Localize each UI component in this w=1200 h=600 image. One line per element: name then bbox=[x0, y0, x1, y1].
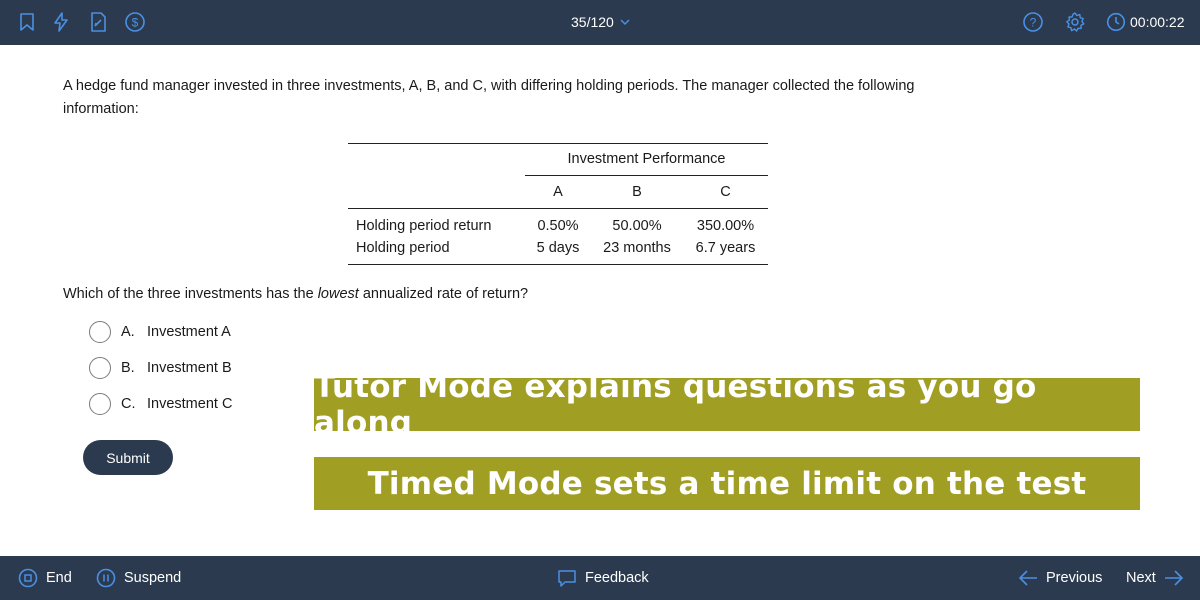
table-cell: 5 days bbox=[536, 240, 580, 256]
table-row: Holding period 5 days 23 months 6.7 year… bbox=[348, 237, 768, 259]
timer-text: 00:00:22 bbox=[1130, 14, 1185, 30]
prompt-text: Which of the three investments has the bbox=[63, 286, 318, 302]
pause-icon bbox=[96, 568, 116, 588]
table-cell: 350.00% bbox=[696, 218, 755, 234]
question-stem: A hedge fund manager invested in three i… bbox=[63, 78, 915, 117]
top-toolbar: $ 35/120 ? 00:00:22 bbox=[0, 0, 1200, 45]
question-counter[interactable]: 35/120 bbox=[571, 14, 630, 30]
table-bottom-rule bbox=[348, 264, 768, 265]
table-cell: 6.7 years bbox=[695, 240, 756, 256]
bookmark-icon[interactable] bbox=[16, 11, 38, 33]
end-label: End bbox=[46, 570, 72, 586]
radio-button[interactable] bbox=[89, 321, 111, 343]
next-label: Next bbox=[1126, 570, 1156, 586]
timed-mode-banner: Timed Mode sets a time limit on the test bbox=[314, 457, 1140, 510]
svg-text:$: $ bbox=[132, 16, 139, 30]
previous-label: Previous bbox=[1046, 570, 1103, 586]
next-button[interactable]: Next bbox=[1126, 567, 1184, 589]
prompt-emphasis: lowest bbox=[317, 286, 359, 302]
option-letter: A. bbox=[121, 324, 135, 340]
suspend-button[interactable]: Suspend bbox=[96, 567, 181, 589]
table-cell: 0.50% bbox=[537, 218, 579, 234]
option-text: Investment B bbox=[147, 360, 232, 376]
table-header-cell: A bbox=[553, 184, 563, 200]
arrow-left-icon bbox=[1018, 570, 1037, 586]
option-text: Investment C bbox=[147, 396, 233, 412]
table-cell: 50.00% bbox=[612, 218, 662, 234]
arrow-right-icon bbox=[1164, 570, 1183, 586]
table-row-label: Holding period return bbox=[356, 218, 492, 234]
feedback-label: Feedback bbox=[585, 570, 649, 586]
help-icon[interactable]: ? bbox=[1022, 11, 1044, 33]
table-row-label: Holding period bbox=[356, 240, 450, 256]
option-letter: C. bbox=[121, 396, 136, 412]
table-caption: Investment Performance bbox=[567, 151, 726, 167]
answer-option-a[interactable]: A. Investment A bbox=[89, 321, 231, 343]
feedback-button[interactable]: Feedback bbox=[557, 567, 649, 589]
notes-icon[interactable] bbox=[87, 11, 109, 33]
option-text: Investment A bbox=[147, 324, 231, 340]
svg-text:?: ? bbox=[1030, 16, 1037, 30]
question-prompt: Which of the three investments has the l… bbox=[63, 286, 528, 302]
timer: 00:00:22 bbox=[1106, 12, 1185, 32]
radio-button[interactable] bbox=[89, 357, 111, 379]
table-row: Holding period return 0.50% 50.00% 350.0… bbox=[348, 215, 768, 237]
end-button[interactable]: End bbox=[18, 567, 72, 589]
radio-button[interactable] bbox=[89, 393, 111, 415]
table-cell: 23 months bbox=[603, 240, 671, 256]
feedback-icon bbox=[558, 570, 576, 587]
submit-button[interactable]: Submit bbox=[83, 440, 173, 475]
bottom-toolbar: End Suspend Feedback Previous Next bbox=[0, 556, 1200, 600]
question-counter-text: 35/120 bbox=[571, 14, 614, 30]
gear-icon[interactable] bbox=[1064, 11, 1086, 33]
prompt-text-end: annualized rate of return? bbox=[358, 286, 529, 302]
table-header-row: A B C bbox=[348, 176, 768, 208]
dollar-icon[interactable]: $ bbox=[124, 11, 146, 33]
tutor-mode-banner: Tutor Mode explains questions as you go … bbox=[314, 369, 1140, 441]
lightning-icon[interactable] bbox=[50, 11, 72, 33]
investment-performance-table: Investment Performance A B C Holding per… bbox=[348, 143, 768, 265]
suspend-label: Suspend bbox=[124, 570, 182, 586]
table-header-cell: B bbox=[632, 184, 642, 200]
answer-option-c[interactable]: C. Investment C bbox=[89, 393, 232, 415]
previous-button[interactable]: Previous bbox=[1018, 567, 1102, 589]
option-letter: B. bbox=[121, 360, 135, 376]
table-header-cell: C bbox=[720, 184, 731, 200]
answer-option-b[interactable]: B. Investment B bbox=[89, 357, 232, 379]
clock-icon bbox=[1106, 12, 1126, 32]
stop-icon bbox=[18, 568, 38, 588]
table-body: Holding period return 0.50% 50.00% 350.0… bbox=[348, 209, 768, 264]
chevron-down-icon bbox=[620, 18, 630, 25]
